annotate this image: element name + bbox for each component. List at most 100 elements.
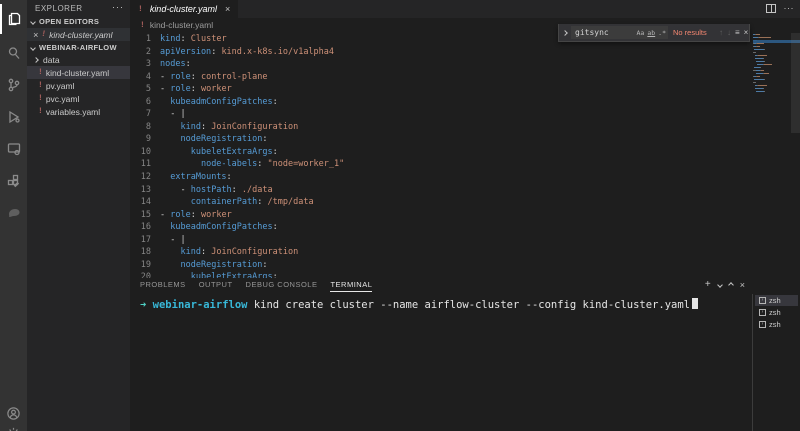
remote-explorer-icon[interactable] [0,134,27,164]
terminal-list-item[interactable]: › zsh [755,319,798,330]
editor-actions: ··· [765,3,795,13]
minimap-segment [758,54,768,57]
bottom-panel: PROBLEMS OUTPUT DEBUG CONSOLE TERMINAL + × … [130,278,800,431]
minimap-line [753,54,789,57]
run-debug-icon[interactable] [0,102,27,132]
minimap-line [753,51,789,54]
token-key: role [170,71,191,82]
chevron-down-icon [30,18,36,25]
sidebar-more-actions-icon[interactable]: ··· [112,2,124,12]
code-line: 4- role: control-plane [130,71,740,84]
find-in-selection-icon[interactable]: ≡ [735,28,740,37]
file-tree-item-kind-cluster-yaml[interactable]: ! kind-cluster.yaml [27,66,130,79]
custom-extension-icon[interactable] [0,198,27,228]
token-punc: - [160,71,171,82]
terminal[interactable]: ➜ webinar-airflow kind create cluster --… [130,294,750,431]
line-number: 5 [145,84,151,95]
match-case-icon[interactable]: Aa [637,29,645,37]
more-actions-icon[interactable]: ··· [784,3,795,13]
toggle-replace-icon[interactable] [562,29,568,36]
minimap-segment [763,72,769,75]
new-terminal-icon[interactable]: + [705,280,711,290]
tab-title: kind-cluster.yaml [149,4,217,14]
terminal-list-item[interactable]: › zsh [755,307,798,318]
extensions-icon[interactable] [0,166,27,196]
explorer-icon[interactable] [0,4,27,34]
code-editor[interactable]: 1 kind: Cluster 2 apiVersion: kind.x-k8s.io… [130,33,740,278]
find-next-icon[interactable]: ↓ [727,28,731,37]
token-punc: : [272,146,278,157]
line-number: 20 [140,272,151,278]
code-line: 3 nodes: [130,58,740,71]
chevron-right-icon [33,56,39,63]
token-punc: - | [160,234,186,245]
minimap-line [753,34,789,36]
token-key: nodeRegistration [180,134,263,145]
close-icon[interactable]: × [33,30,38,40]
token-punc: : [272,222,278,233]
terminal-list-item[interactable]: › zsh [755,295,798,306]
minimap-line [753,72,789,75]
close-panel-icon[interactable]: × [740,280,745,290]
yaml-file-icon: ! [41,30,47,39]
line-text: - hostPath: ./data [160,184,272,197]
find-close-icon[interactable]: × [744,28,749,37]
tab-kind-cluster-yaml[interactable]: ! kind-cluster.yaml × [130,0,240,18]
open-editors-header[interactable]: OPEN EDITORS [27,15,130,28]
panel-tab-output[interactable]: OUTPUT [199,280,233,292]
tab-close-icon[interactable]: × [225,4,230,14]
source-control-icon[interactable] [0,70,27,100]
line-text: apiVersion: kind.x-k8s.io/v1alpha4 [160,46,334,59]
settings-gear-icon[interactable] [0,418,27,431]
terminal-dropdown-icon[interactable] [716,282,723,288]
minimap-line [753,57,789,60]
minimap-segment [754,48,765,51]
code-line: 8 kind: JoinConfiguration [130,121,740,134]
line-number: 19 [140,259,151,270]
yaml-file-icon: ! [38,68,43,77]
line-number: 10 [140,146,151,157]
whole-word-icon[interactable]: ab [647,29,655,37]
panel-tab-problems[interactable]: PROBLEMS [140,280,186,292]
find-previous-icon[interactable]: ↑ [719,28,723,37]
regex-icon[interactable]: .* [658,29,666,37]
token-punc: : [272,96,278,107]
panel-tab-terminal[interactable]: TERMINAL [330,280,373,292]
line-number: 13 [140,184,151,195]
minimap-line [753,75,789,78]
token-punc: - [160,184,191,195]
file-tree-item-data[interactable]: data [27,53,130,66]
minimap-line [753,60,789,63]
token-val: "node=worker_1" [267,159,345,170]
find-widget: gitsync Aa ab .* No results ↑ ↓ ≡ × [558,24,750,42]
line-text: extraMounts: [160,171,231,184]
token-punc: - [160,84,171,95]
line-number: 8 [145,121,151,132]
panel-actions: + × [705,280,745,291]
vscode-window: EXPLORER ··· OPEN EDITORS ×! kind-cluster… [0,0,800,431]
file-tree-item-pv-yaml[interactable]: ! pv.yaml [27,79,130,92]
file-label: data [43,54,60,65]
activity-bar [0,0,27,431]
breadcrumb[interactable]: ! kind-cluster.yaml [140,18,213,32]
maximize-panel-icon[interactable] [727,282,734,288]
file-tree-item-variables-yaml[interactable]: ! variables.yaml [27,105,130,118]
yaml-file-icon: ! [138,4,143,14]
panel-tab-debug-console[interactable]: DEBUG CONSOLE [246,280,318,292]
folder-name-label: WEBINAR-AIRFLOW [39,43,117,52]
split-editor-icon[interactable] [765,3,776,13]
token-punc [160,172,170,182]
find-input[interactable]: gitsync Aa ab .* [571,26,668,39]
file-tree-item-pvc-yaml[interactable]: ! pvc.yaml [27,92,130,105]
line-number: 2 [145,46,151,57]
editor-scrollbar[interactable] [791,33,800,133]
token-punc: - [160,209,171,220]
minimap-segment [764,78,765,81]
code-line: 12 extraMounts: [130,171,740,184]
token-key: node-labels [200,159,258,170]
open-editor-item[interactable]: ×! kind-cluster.yaml [27,28,130,41]
yaml-file-icon: ! [38,94,43,103]
minimap-line [753,90,789,93]
minimap-segment [753,51,756,54]
search-icon[interactable] [0,38,27,68]
